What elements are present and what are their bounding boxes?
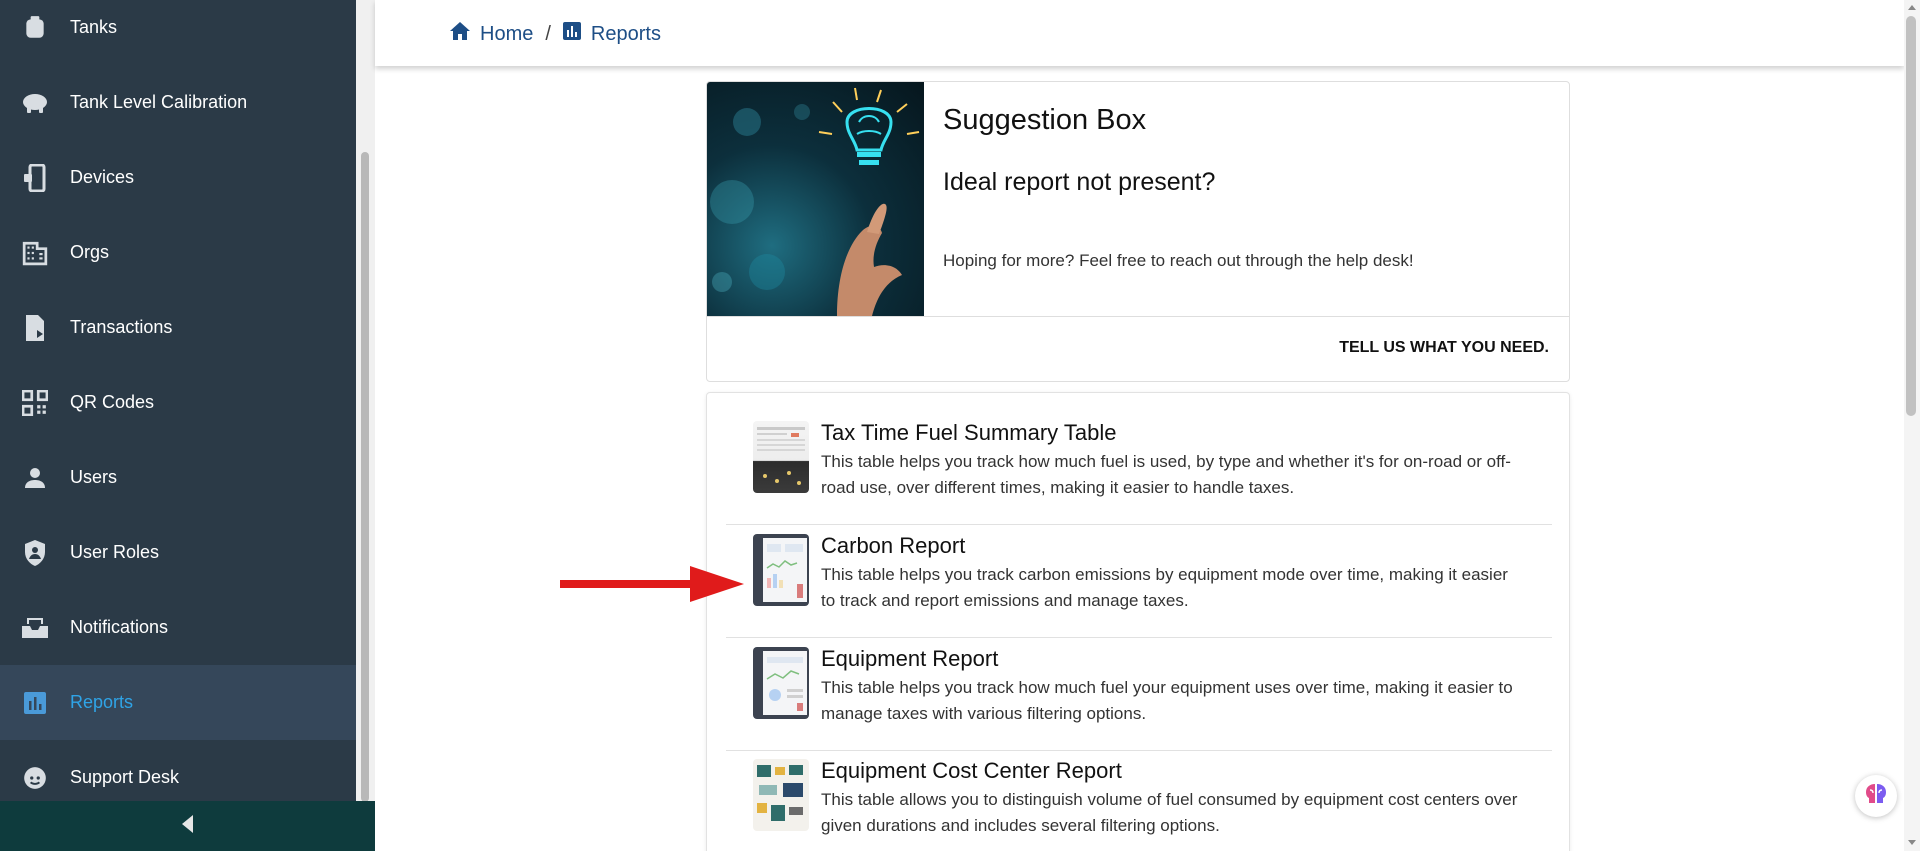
report-title: Equipment Report (821, 646, 999, 671)
headset-icon (20, 763, 50, 793)
sidebar-item-reports[interactable]: Reports (0, 665, 356, 740)
report-title: Equipment Cost Center Report (821, 758, 1122, 783)
sidebar-scroll-thumb[interactable] (361, 152, 369, 802)
sidebar-item-tanks[interactable]: Tanks (0, 0, 356, 65)
gauge-icon (20, 88, 50, 118)
sidebar-item-label: Users (70, 467, 118, 487)
lightbulb-hand-image (707, 82, 924, 316)
assistant-button[interactable] (1855, 775, 1897, 817)
breadcrumb: Home / Reports (450, 22, 661, 46)
building-icon (20, 238, 50, 268)
breadcrumb-current-label: Reports (590, 22, 661, 45)
sidebar-item-label: QR Codes (70, 392, 155, 412)
report-item-equipment-cost-center-report[interactable]: Equipment Cost Center Report This table … (726, 731, 1552, 844)
transaction-icon (20, 313, 50, 343)
breadcrumb-separator: / (545, 22, 551, 45)
sidebar-item-label: Devices (70, 167, 135, 187)
sidebar-item-label: Orgs (70, 242, 110, 262)
sidebar-collapse-button[interactable] (0, 801, 375, 851)
device-icon (20, 163, 50, 193)
sidebar-item-label: Tank Level Calibration (70, 92, 248, 112)
sidebar-item-user-roles[interactable]: User Roles (0, 515, 356, 590)
report-title: Carbon Report (821, 533, 966, 558)
breadcrumb-reports[interactable]: Reports (562, 22, 661, 46)
suggestion-box-card: Suggestion Box Ideal report not present?… (706, 81, 1570, 382)
report-item-carbon-report[interactable]: Carbon Report This table helps you track… (726, 506, 1552, 619)
report-description: This table helps you track how much fuel… (821, 678, 1513, 723)
sidebar-item-notifications[interactable]: Notifications (0, 590, 356, 665)
breadcrumb-home-label: Home (480, 22, 534, 45)
brain-icon (1863, 782, 1889, 811)
suggestion-title: Suggestion Box (943, 104, 1147, 136)
page-scroll-thumb[interactable] (1906, 16, 1916, 416)
breadcrumb-home[interactable]: Home (450, 22, 533, 46)
report-title: Tax Time Fuel Summary Table (821, 420, 1117, 445)
tell-us-what-you-need-link[interactable]: TELL US WHAT YOU NEED. (1339, 339, 1549, 357)
qr-code-icon (20, 388, 50, 418)
report-item-tax-time-fuel-summary[interactable]: Tax Time Fuel Summary Table This table h… (726, 393, 1552, 506)
report-description: This table helps you track carbon emissi… (821, 565, 1508, 610)
sidebar-item-orgs[interactable]: Orgs (0, 215, 356, 290)
report-thumbnail (753, 759, 809, 831)
report-description: This table helps you track how much fuel… (821, 452, 1511, 497)
tank-icon (20, 13, 50, 43)
sidebar-item-label: User Roles (70, 542, 160, 562)
sidebar-item-label: Reports (70, 692, 134, 712)
sidebar-item-qr-codes[interactable]: QR Codes (0, 365, 356, 440)
report-description: This table allows you to distinguish vol… (821, 790, 1518, 835)
sidebar-item-users[interactable]: Users (0, 440, 356, 515)
report-thumbnail (753, 534, 809, 606)
sidebar-item-label: Tanks (70, 17, 118, 37)
sidebar-item-devices[interactable]: Devices (0, 140, 356, 215)
report-item-equipment-report[interactable]: Equipment Report This table helps you tr… (726, 619, 1552, 732)
chart-icon (20, 688, 50, 718)
sidebar-item-label: Transactions (70, 317, 173, 337)
chart-icon (562, 22, 581, 46)
user-icon (20, 463, 50, 493)
divider (707, 316, 1569, 317)
report-thumbnail (753, 421, 809, 493)
home-icon (450, 22, 470, 46)
suggestion-subtitle: Ideal report not present? (943, 168, 1216, 196)
inbox-icon (20, 613, 50, 643)
annotation-arrow (560, 566, 744, 607)
sidebar-item-label: Notifications (70, 617, 169, 637)
suggestion-text: Hoping for more? Feel free to reach out … (943, 251, 1414, 270)
reports-list: Tax Time Fuel Summary Table This table h… (706, 392, 1570, 851)
shield-icon (20, 538, 50, 568)
sidebar-item-transactions[interactable]: Transactions (0, 290, 356, 365)
sidebar-item-tank-level-calibration[interactable]: Tank Level Calibration (0, 65, 356, 140)
sidebar: Tanks Tank Level Calibration Devices Org… (0, 0, 356, 851)
caret-left-icon (181, 814, 194, 838)
report-thumbnail (753, 647, 809, 719)
sidebar-item-label: Support Desk (70, 767, 180, 787)
